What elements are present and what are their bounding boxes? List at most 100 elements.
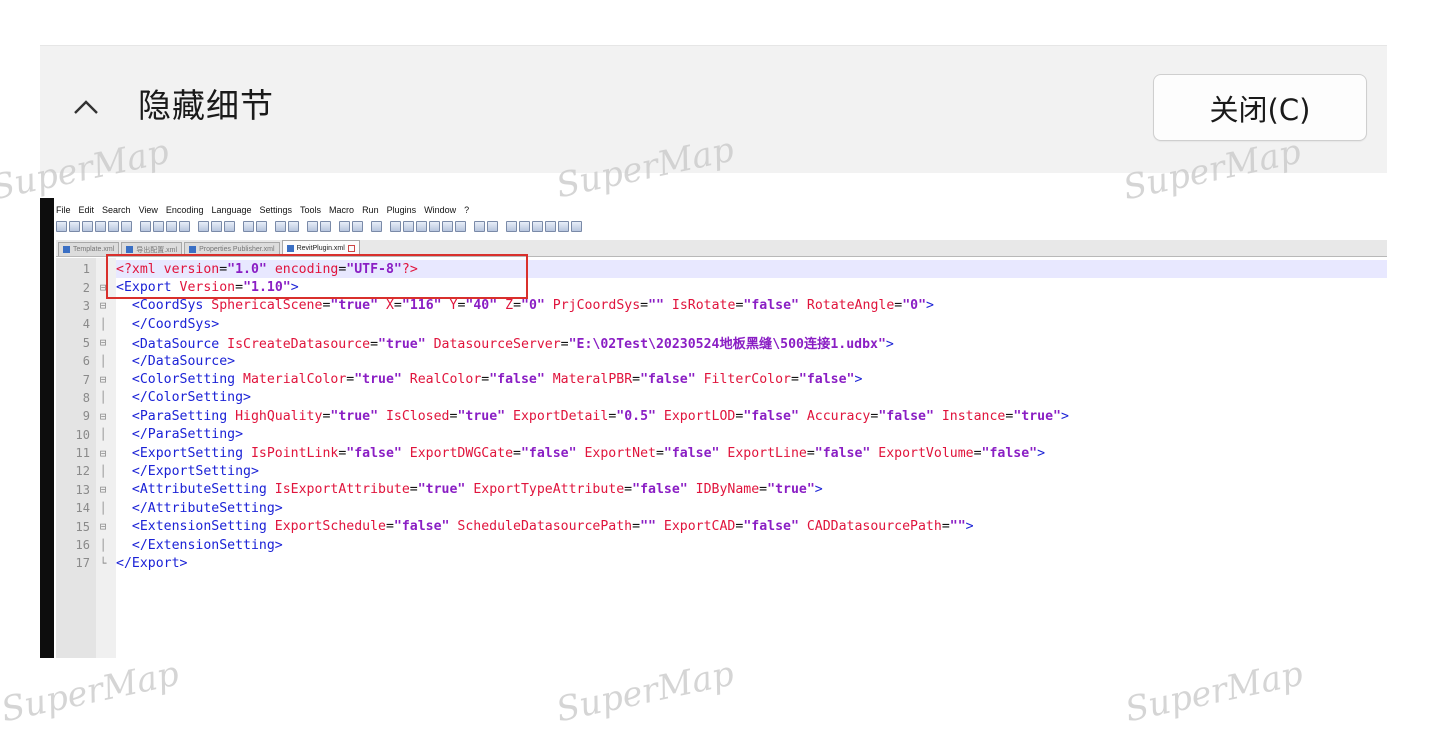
toolbar-button-icon[interactable]	[320, 221, 331, 232]
code-line: 13 ⊟ <AttributeSetting IsExportAttribute=…	[56, 481, 1387, 499]
hide-details-toggle[interactable]: 隐藏细节	[138, 84, 274, 128]
menu-item[interactable]: Language	[211, 203, 251, 217]
code-line: 14 │ </AttributeSetting>	[56, 499, 1387, 517]
code-token: <ExportSetting	[116, 445, 251, 461]
toolbar-button-icon[interactable]	[571, 221, 582, 232]
code-token: "false"	[814, 445, 871, 461]
fold-marker-icon[interactable]: ⊟	[90, 373, 116, 386]
code-token: =	[790, 372, 799, 388]
toolbar-button-icon[interactable]	[390, 221, 401, 232]
fold-marker-icon[interactable]: ⊟	[90, 447, 116, 460]
toolbar-button-icon[interactable]	[371, 221, 382, 232]
menu-item[interactable]: Window	[424, 203, 456, 217]
menu-item[interactable]: Encoding	[166, 203, 204, 217]
toolbar-button-icon[interactable]	[532, 221, 543, 232]
toolbar-button-icon[interactable]	[256, 221, 267, 232]
menu-item[interactable]: View	[139, 203, 158, 217]
toolbar-button-icon[interactable]	[487, 221, 498, 232]
toolbar-button-icon[interactable]	[474, 221, 485, 232]
code-text: <ParaSetting HighQuality="true" IsClosed…	[116, 409, 1069, 424]
toolbar-button-icon[interactable]	[69, 221, 80, 232]
close-tab-icon[interactable]	[347, 245, 355, 252]
toolbar-button-icon[interactable]	[140, 221, 151, 232]
code-token: =	[513, 298, 522, 314]
toolbar-button-icon[interactable]	[224, 221, 235, 232]
code-text: </ExtensionSetting>	[116, 538, 283, 553]
toolbar-button-icon[interactable]	[403, 221, 414, 232]
code-token: </AttributeSetting>	[116, 500, 283, 516]
toolbar-button-icon[interactable]	[455, 221, 466, 232]
toolbar-button-icon[interactable]	[121, 221, 132, 232]
fold-marker-icon[interactable]: ⊟	[90, 520, 116, 533]
code-token: HighQuality	[235, 408, 323, 424]
toolbar-button-icon[interactable]	[179, 221, 190, 232]
menu-item[interactable]: Plugins	[387, 203, 417, 217]
code-text: </CoordSys>	[116, 317, 219, 332]
menu-item[interactable]: Edit	[79, 203, 95, 217]
toolbar-separator	[384, 221, 388, 232]
line-number: 11	[75, 446, 90, 461]
toolbar-button-icon[interactable]	[243, 221, 254, 232]
toolbar-button-icon[interactable]	[82, 221, 93, 232]
toolbar-button-icon[interactable]	[211, 221, 222, 232]
menu-item[interactable]: Macro	[329, 203, 354, 217]
fold-marker-icon[interactable]: ⊟	[90, 336, 116, 349]
menu-item[interactable]: Settings	[260, 203, 293, 217]
code-token: <ParaSetting	[116, 408, 236, 424]
toolbar-button-icon[interactable]	[442, 221, 453, 232]
code-token: ExportSchedule	[274, 519, 386, 535]
code-text: </Export>	[116, 556, 187, 571]
menu-item[interactable]: ?	[464, 203, 469, 217]
code-token: </ExtensionSetting>	[116, 537, 283, 553]
code-token: X	[378, 298, 394, 314]
code-view[interactable]: 1 <?xml version="1.0" encoding="UTF-8"?> 2…	[56, 260, 1387, 573]
fold-marker-icon[interactable]: ⊟	[90, 483, 116, 496]
toolbar-button-icon[interactable]	[519, 221, 530, 232]
menu-item[interactable]: Run	[362, 203, 379, 217]
editor-menubar: File Edit Search View Encoding Language Settin…	[56, 203, 469, 217]
chevron-up-icon[interactable]	[70, 92, 102, 122]
toolbar-button-icon[interactable]	[275, 221, 286, 232]
toolbar-button-icon[interactable]	[558, 221, 569, 232]
toolbar-button-icon[interactable]	[307, 221, 318, 232]
code-token: IsRotate	[663, 298, 736, 314]
code-token: ""	[949, 519, 966, 535]
menu-item[interactable]: File	[56, 203, 71, 217]
fold-marker-icon[interactable]: ⊟	[90, 410, 116, 423]
toolbar-button-icon[interactable]	[545, 221, 556, 232]
fold-marker-icon: │	[99, 538, 107, 552]
toolbar-button-icon[interactable]	[416, 221, 427, 232]
code-token: >	[854, 372, 863, 388]
watermark-logo: SuperMap	[552, 653, 738, 731]
menu-item[interactable]: Search	[102, 203, 131, 217]
line-number: 6	[82, 354, 90, 369]
toolbar-button-icon[interactable]	[56, 221, 67, 232]
toolbar-button-icon[interactable]	[352, 221, 363, 232]
toolbar-button-icon[interactable]	[288, 221, 299, 232]
code-line: 8 │ </ColorSetting>	[56, 389, 1387, 407]
toolbar-button-icon[interactable]	[339, 221, 350, 232]
toolbar-button-icon[interactable]	[429, 221, 440, 232]
close-button[interactable]: 关闭(C)	[1153, 74, 1367, 141]
code-token: "0"	[902, 298, 927, 314]
code-token: ExportDetail	[505, 408, 609, 424]
file-save-icon	[126, 246, 134, 253]
toolbar-button-icon[interactable]	[95, 221, 106, 232]
code-token: ScheduleDatasourcePath	[449, 519, 633, 535]
code-token: >	[814, 482, 823, 498]
menu-item[interactable]: Tools	[300, 203, 321, 217]
code-token: FilterColor	[695, 372, 791, 388]
code-token: Instance	[933, 408, 1006, 424]
toolbar-button-icon[interactable]	[166, 221, 177, 232]
toolbar-button-icon[interactable]	[506, 221, 517, 232]
code-token: Y	[441, 298, 458, 314]
code-token: </ColorSetting>	[116, 390, 251, 406]
toolbar-button-icon[interactable]	[108, 221, 119, 232]
code-token: ExportVolume	[870, 445, 974, 461]
toolbar-button-icon[interactable]	[153, 221, 164, 232]
line-number: 7	[82, 372, 90, 387]
toolbar-button-icon[interactable]	[198, 221, 209, 232]
code-token: "false"	[878, 408, 934, 424]
fold-marker-icon[interactable]: ⊟	[90, 299, 116, 312]
code-token: ExportLine	[719, 445, 807, 461]
